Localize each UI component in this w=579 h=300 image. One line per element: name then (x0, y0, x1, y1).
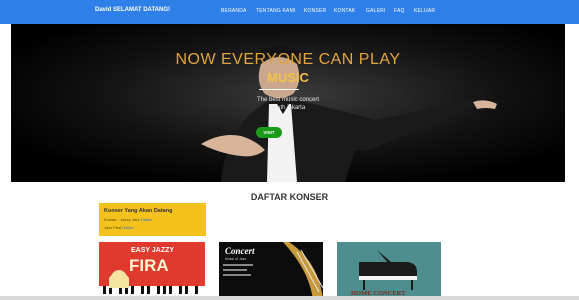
visit-button[interactable]: VISIT (256, 127, 282, 138)
register-link[interactable]: Daftar (141, 217, 152, 222)
nav-link-faq[interactable]: FAQ (394, 8, 405, 14)
concert-card-home-concert[interactable]: HOME CONCERT (337, 242, 441, 300)
nav-link-keluar[interactable]: KELUAR (414, 8, 435, 14)
horizontal-scrollbar[interactable] (0, 296, 579, 300)
upcoming-concert-item-text: Jazz Fest (104, 225, 123, 230)
hero-banner: NOW EVERYONE CAN PLAY MUSIC The best mus… (11, 24, 565, 182)
poster-subtitle: EASY JAZZY (131, 247, 175, 254)
hero-subtitle-line2: south jakarta (270, 105, 306, 111)
hero-subtitle: The best music concert south jakarta (11, 96, 565, 112)
concert-card-easy-jazzy[interactable]: EASY JAZZY FIRA (99, 242, 205, 300)
poster-title: FIRA (129, 256, 169, 275)
register-link[interactable]: Daftar (122, 225, 133, 230)
poster-subtitle: Music of Jazz (225, 257, 247, 261)
hero-highlight: MUSIC (267, 70, 309, 85)
nav-link-galeri[interactable]: GALERI (366, 8, 386, 14)
upcoming-concert-title: Konser Yang Akan Datang (104, 208, 173, 214)
top-navbar: David SELAMAT DATANG! BERANDA TENTANG KA… (0, 0, 579, 24)
hero-subtitle-line1: The best music concert (256, 97, 320, 103)
poster-title: Concert (225, 246, 255, 256)
nav-link-beranda[interactable]: BERANDA (221, 8, 247, 14)
upcoming-concert-item: Konser - Jazzy Jazz Daftar (104, 217, 152, 222)
upcoming-concert-box: Konser Yang Akan Datang Konser - Jazzy J… (99, 203, 206, 236)
hero-divider (259, 89, 299, 90)
upcoming-concert-item: Jazz Fest Daftar (104, 225, 133, 230)
nav-link-kontak[interactable]: KONTAK (334, 8, 355, 14)
brand-greeting: David SELAMAT DATANG! (95, 7, 170, 13)
upcoming-concert-item-text: Konser - Jazzy Jazz (104, 217, 141, 222)
nav-link-konser[interactable]: KONSER (304, 8, 326, 14)
concert-list-heading: DAFTAR KONSER (250, 192, 329, 202)
nav-link-tentang-kami[interactable]: TENTANG KAMI (256, 8, 296, 14)
hero-title: NOW EVERYONE CAN PLAY (175, 51, 401, 68)
concert-card-jazz[interactable]: Concert Music of Jazz (219, 242, 323, 300)
